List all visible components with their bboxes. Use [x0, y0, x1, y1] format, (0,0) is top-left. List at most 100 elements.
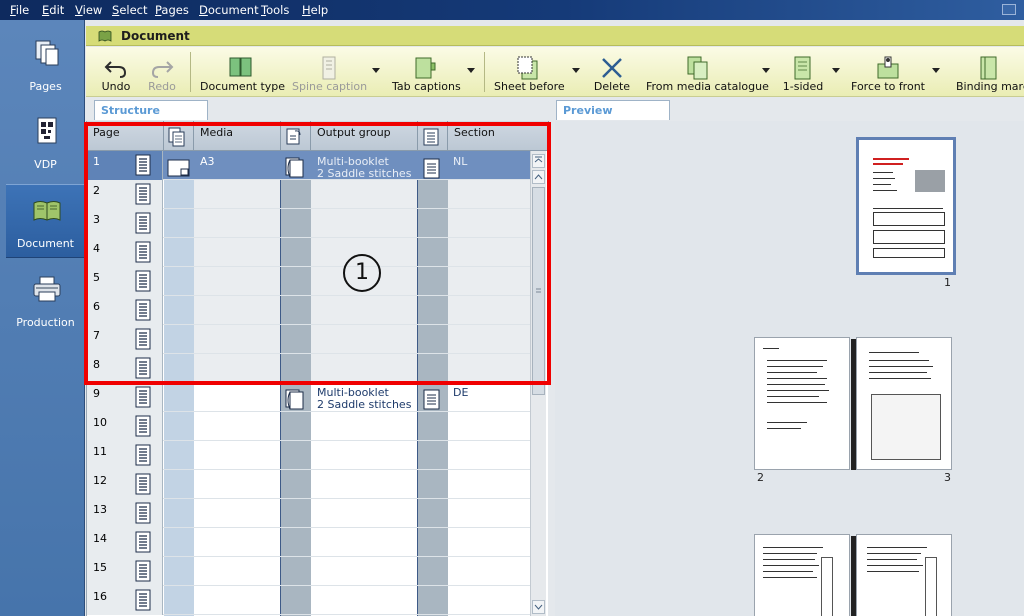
- menu-select-label: elect: [119, 3, 148, 17]
- preview-pane: 1 2 3: [555, 121, 1024, 616]
- text-line: [873, 163, 903, 165]
- preview-diagram: [871, 394, 941, 460]
- page-icon: [135, 531, 151, 553]
- menu-edit[interactable]: Edit: [42, 3, 64, 17]
- spine-caption-dropdown-icon[interactable]: [372, 68, 380, 73]
- page-cell[interactable]: 13: [87, 499, 163, 528]
- preview-page-number-1: 1: [944, 276, 951, 289]
- menu-file[interactable]: File: [10, 3, 29, 17]
- from-media-catalogue-button[interactable]: From media catalogue: [646, 47, 769, 97]
- preview-figure-row: [873, 212, 945, 226]
- document-type-button[interactable]: Document type: [200, 47, 285, 97]
- preview-page-5[interactable]: [856, 534, 952, 616]
- undo-button[interactable]: Undo: [96, 47, 136, 97]
- text-line: [867, 547, 927, 548]
- nav-item-document[interactable]: Document: [6, 184, 85, 258]
- page-icon: [135, 502, 151, 524]
- page-cell[interactable]: 12: [87, 470, 163, 499]
- one-sided-icon: [794, 56, 811, 80]
- text-line: [867, 571, 919, 572]
- preview-image: [821, 557, 833, 616]
- page-icon: [135, 415, 151, 437]
- text-line: [767, 384, 825, 385]
- text-line: [767, 360, 827, 361]
- table-row[interactable]: 13: [87, 499, 537, 528]
- scroll-down-button[interactable]: [532, 600, 545, 614]
- text-line: [869, 352, 919, 353]
- output-group-2[interactable]: Multi-booklet 2 Saddle stitches: [317, 387, 411, 411]
- menu-bar: File Edit View Select Pages Document Too…: [0, 0, 1024, 20]
- spine-caption-icon: [322, 56, 336, 80]
- table-row[interactable]: 16: [87, 586, 537, 615]
- sheet-before-dropdown-icon[interactable]: [572, 68, 580, 73]
- text-line: [867, 553, 921, 554]
- binding-margin-button[interactable]: Binding margin: [952, 47, 1024, 97]
- menu-tools[interactable]: Tools: [261, 3, 289, 17]
- tab-captions-dropdown-icon[interactable]: [467, 68, 475, 73]
- menu-pages[interactable]: Pages: [155, 3, 189, 17]
- page-cell[interactable]: 10: [87, 412, 163, 441]
- tab-structure[interactable]: Structure: [94, 100, 208, 120]
- nav-label-document: Document: [17, 237, 74, 250]
- delete-icon: [602, 58, 622, 78]
- text-line: [873, 190, 897, 191]
- spine-caption-button[interactable]: Spine caption: [292, 47, 367, 97]
- table-row[interactable]: 10: [87, 412, 537, 441]
- media-catalogue-dropdown-icon[interactable]: [762, 68, 770, 73]
- nav-item-vdp[interactable]: VDP: [6, 106, 85, 180]
- page-number: 16: [93, 590, 107, 603]
- force-to-front-button[interactable]: Force to front: [850, 47, 926, 97]
- text-line: [869, 372, 927, 373]
- tab-captions-button[interactable]: Tab captions: [392, 47, 461, 97]
- tab-preview[interactable]: Preview: [556, 100, 670, 120]
- section-2[interactable]: DE: [453, 387, 468, 399]
- menu-help[interactable]: Help: [302, 3, 328, 17]
- force-to-front-dropdown-icon[interactable]: [932, 68, 940, 73]
- sheet-before-icon: [517, 56, 538, 80]
- redo-button[interactable]: Redo: [142, 47, 182, 97]
- preview-page-2[interactable]: [754, 337, 850, 470]
- page-cell[interactable]: 15: [87, 557, 163, 586]
- page-cell[interactable]: 16: [87, 586, 163, 615]
- multi-booklet-icon: [285, 389, 304, 410]
- table-row[interactable]: 15: [87, 557, 537, 586]
- text-line: [763, 565, 819, 566]
- table-row[interactable]: 14: [87, 528, 537, 557]
- page-cell[interactable]: 11: [87, 441, 163, 470]
- menu-view-label: iew: [82, 3, 103, 17]
- table-row[interactable]: 9: [87, 383, 537, 412]
- nav-item-production[interactable]: Production: [6, 264, 85, 338]
- sheet-before-button[interactable]: Sheet before: [494, 47, 565, 97]
- page-number: 14: [93, 532, 107, 545]
- text-line: [869, 378, 931, 379]
- delete-button[interactable]: Delete: [590, 47, 634, 97]
- vdp-icon: [37, 117, 57, 144]
- text-line: [869, 366, 933, 367]
- annotation-callout-number: 1: [343, 254, 381, 292]
- one-sided-dropdown-icon[interactable]: [832, 68, 840, 73]
- toolbar-separator: [484, 52, 485, 92]
- window-restore-button[interactable]: [1002, 4, 1016, 15]
- section-doc-icon: [423, 389, 440, 410]
- menu-document[interactable]: Document: [199, 3, 259, 17]
- nav-item-pages[interactable]: Pages: [6, 28, 85, 102]
- table-row[interactable]: 12: [87, 470, 537, 499]
- page-cell[interactable]: 14: [87, 528, 163, 557]
- page-cell[interactable]: 9: [87, 383, 163, 412]
- one-sided-button[interactable]: 1-sided: [778, 47, 828, 97]
- table-row[interactable]: 11: [87, 441, 537, 470]
- preview-page-3[interactable]: [856, 337, 952, 470]
- structure-tab-bar: Structure: [86, 98, 554, 120]
- output-group-2-line2: 2 Saddle stitches: [317, 398, 412, 411]
- document-book-icon: [33, 201, 61, 221]
- preview-page-1[interactable]: [856, 137, 956, 275]
- menu-select[interactable]: Select: [112, 3, 148, 17]
- text-line: [763, 559, 815, 560]
- preview-page-number-2: 2: [757, 471, 764, 484]
- menu-view[interactable]: View: [75, 3, 102, 17]
- preview-page-4[interactable]: [754, 534, 850, 616]
- force-to-front-icon: [877, 56, 899, 79]
- page-icon: [135, 444, 151, 466]
- redo-icon: [151, 61, 174, 78]
- text-line: [763, 577, 817, 578]
